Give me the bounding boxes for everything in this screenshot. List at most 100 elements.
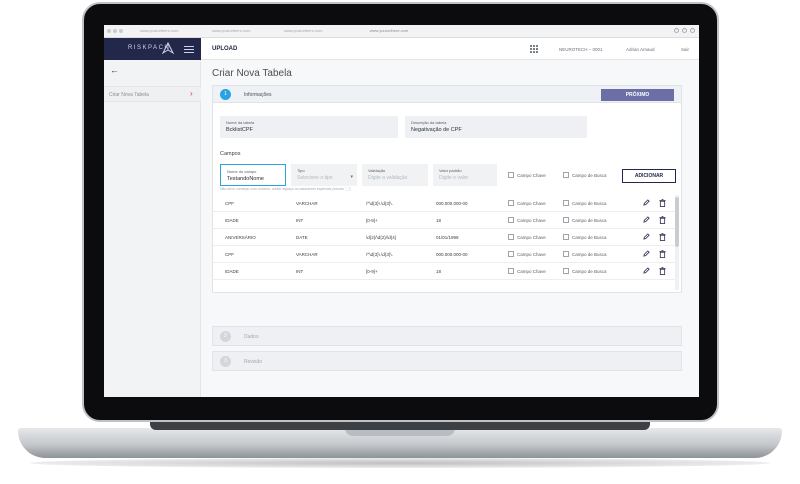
cell-validation: [0-9]+ — [366, 269, 378, 274]
refresh-icon[interactable] — [682, 28, 687, 33]
cell-name: ANIVERSÁRIO — [225, 235, 256, 240]
edit-icon[interactable] — [643, 250, 650, 257]
row-search-checkbox[interactable]: Campo de Busca — [563, 268, 607, 274]
add-field-button[interactable]: ADICIONAR — [622, 169, 676, 183]
step-number: 3 — [220, 356, 231, 367]
user-name[interactable]: Adrian Arnaud — [626, 47, 655, 52]
checkbox[interactable] — [508, 268, 514, 274]
checkbox[interactable] — [563, 268, 569, 274]
field-value: Negativação de CPF — [411, 127, 462, 133]
checkbox[interactable] — [508, 251, 514, 257]
browser-tab[interactable]: www.yoururlhere.com — [140, 28, 178, 34]
cell-default: 18 — [436, 218, 442, 223]
checkbox[interactable] — [508, 172, 514, 178]
step-header[interactable]: 1 Informações PRÓXIMO — [213, 86, 681, 103]
close-dot[interactable] — [107, 29, 111, 33]
row-key-checkbox[interactable]: Campo Chave — [508, 217, 546, 223]
edit-icon[interactable] — [643, 233, 650, 240]
checkbox-label: Campo de Busca — [572, 234, 607, 240]
sidebar: ← Criar Nova Tabela › — [104, 60, 201, 397]
row-search-checkbox[interactable]: Campo de Busca — [563, 234, 607, 240]
share-icon[interactable] — [674, 28, 679, 33]
cell-type: DATE — [296, 235, 308, 240]
field-default-input[interactable]: Valor padrão Digite o valor — [433, 164, 497, 186]
checkbox[interactable] — [508, 200, 514, 206]
field-type-select[interactable]: Tipo Selecione o tipo ▾ — [291, 164, 357, 186]
chevron-right-icon: › — [190, 89, 193, 98]
row-key-checkbox[interactable]: Campo Chave — [508, 251, 546, 257]
row-key-checkbox[interactable]: Campo Chave — [508, 200, 546, 206]
menu-icon[interactable] — [184, 46, 194, 53]
row-key-checkbox[interactable]: Campo Chave — [508, 268, 546, 274]
page-title: Criar Nova Tabela — [212, 68, 292, 79]
sidebar-item-criar-nova-tabela[interactable]: Criar Nova Tabela › — [104, 86, 201, 102]
edit-icon[interactable] — [643, 267, 650, 274]
trash-icon[interactable] — [659, 233, 666, 241]
logout-link[interactable]: Sair — [681, 47, 689, 52]
cell-name: CPF — [225, 252, 234, 257]
edit-icon[interactable] — [643, 199, 650, 206]
cell-type: VARCHAR — [296, 201, 318, 206]
address-bar[interactable]: www.yoururlhere.com — [324, 28, 454, 34]
step-informacoes: 1 Informações PRÓXIMO Nome da tabela Bck… — [212, 85, 682, 293]
checkbox-label: Campo Chave — [517, 217, 546, 223]
page-name: UPLOAD — [212, 46, 238, 52]
checkbox-label: Campo de Busca — [572, 217, 607, 223]
field-placeholder: Digite o valor — [439, 175, 469, 181]
table-scrollbar[interactable] — [675, 195, 679, 290]
key-field-checkbox[interactable]: Campo Chave — [508, 172, 546, 178]
table-name-field[interactable]: Nome da tabela BcklistCPF — [220, 116, 398, 138]
field-label: Descrição da tabela — [411, 120, 447, 125]
checkbox[interactable] — [508, 217, 514, 223]
checkbox[interactable] — [563, 251, 569, 257]
organization-selector[interactable]: NEUROTECH – 0001 — [559, 47, 603, 52]
step-revisao[interactable]: 3 Revisão — [212, 351, 682, 371]
scrollbar-thumb[interactable] — [675, 197, 679, 247]
trash-icon[interactable] — [659, 216, 666, 224]
browser-chrome: www.yoururlhere.com www.yoururlhere.com … — [104, 25, 699, 38]
field-validation-input[interactable]: Validação Digite a validação — [362, 164, 428, 186]
checkbox-label: Campo Chave — [517, 268, 546, 274]
checkbox[interactable] — [563, 217, 569, 223]
cell-default: 01/01/1999 — [436, 235, 459, 240]
cell-default: 000.000.000-00 — [436, 252, 468, 257]
step-dados[interactable]: 2 Dados — [212, 326, 682, 346]
edit-icon[interactable] — [643, 216, 650, 223]
apps-grid-icon[interactable] — [530, 45, 538, 53]
row-search-checkbox[interactable]: Campo de Busca — [563, 217, 607, 223]
sidebar-item-label: Criar Nova Tabela — [109, 92, 149, 98]
next-button[interactable]: PRÓXIMO — [601, 89, 674, 101]
chevron-down-icon: ▾ — [350, 174, 353, 180]
checkbox[interactable] — [563, 172, 569, 178]
minimize-dot[interactable] — [113, 29, 117, 33]
trash-icon[interactable] — [659, 250, 666, 258]
settings-icon[interactable] — [690, 28, 695, 33]
row-key-checkbox[interactable]: Campo Chave — [508, 234, 546, 240]
app-header: RISKPACK UPLOAD NEUROTECH – 0001 Adrian … — [104, 38, 699, 60]
arrow-left-icon[interactable]: ← — [110, 65, 119, 75]
browser-tab[interactable]: www.yoururlhere.com — [284, 28, 322, 34]
table-description-field[interactable]: Descrição da tabela Negativação de CPF — [405, 116, 587, 138]
step-label: Revisão — [244, 359, 263, 365]
cell-type: INT — [296, 218, 304, 223]
checkbox[interactable] — [563, 200, 569, 206]
table-row: ANIVERSÁRIO DATE \d{2}/\d{2}/\d{4} 01/01… — [213, 229, 675, 246]
trash-icon[interactable] — [659, 267, 666, 275]
maximize-dot[interactable] — [119, 29, 123, 33]
row-search-checkbox[interactable]: Campo de Busca — [563, 200, 607, 206]
table-row: IDADE INT [0-9]+ 18 Campo Chave Campo de… — [213, 212, 675, 229]
table-row: CPF VARCHAR /^\d{3}\.\d{3}\. 000.000.000… — [213, 246, 675, 263]
row-search-checkbox[interactable]: Campo de Busca — [563, 251, 607, 257]
browser-tab[interactable]: www.yoururlhere.com — [212, 28, 250, 34]
checkbox[interactable] — [508, 234, 514, 240]
cell-default: 000.000.000-00 — [436, 201, 468, 206]
checkbox[interactable] — [563, 234, 569, 240]
step-number: 1 — [220, 89, 231, 100]
field-name-input[interactable]: Nome do campo TestandoNome — [220, 164, 286, 186]
trash-icon[interactable] — [659, 199, 666, 207]
checkbox-label: Campo Chave — [517, 234, 546, 240]
table-row: CPF VARCHAR /^\d{3}\.\d{3}\. 000.000.000… — [213, 195, 675, 212]
cell-validation: /^\d{3}\.\d{3}\. — [366, 252, 393, 257]
cell-validation: [0-9]+ — [366, 218, 378, 223]
search-field-checkbox[interactable]: Campo de Busca — [563, 172, 607, 178]
